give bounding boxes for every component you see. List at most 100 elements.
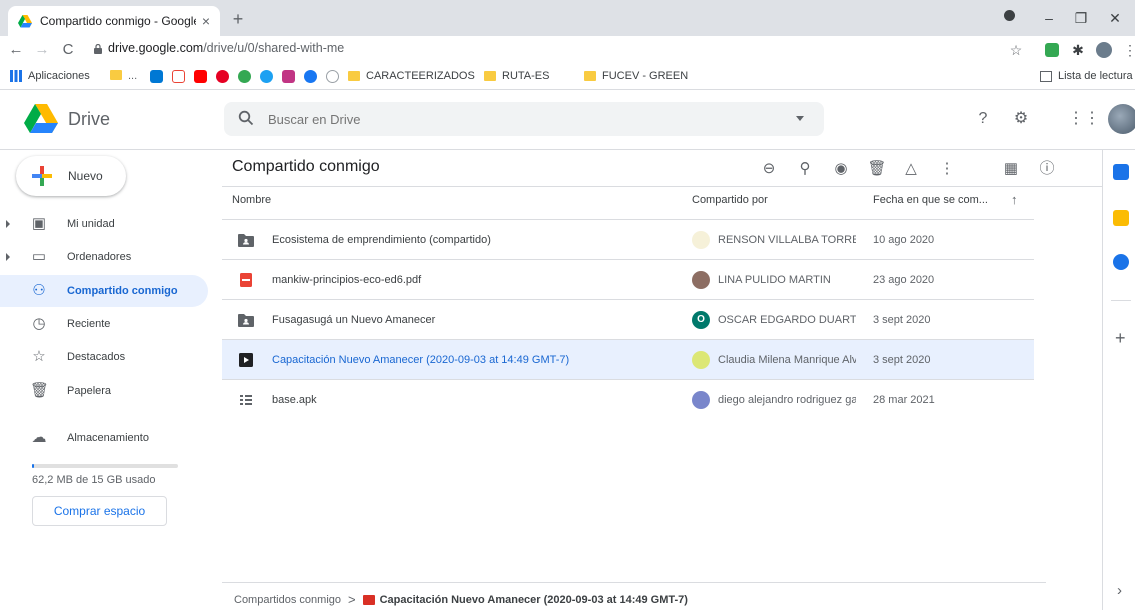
shared-folder-icon [238, 314, 254, 327]
cloud-icon: ☁ [31, 429, 47, 446]
add-person-icon[interactable]: ⚲ [794, 158, 816, 180]
extensions-puzzle-icon[interactable]: ✱ [1068, 40, 1088, 60]
bookmark-dots[interactable]: ... [128, 70, 137, 82]
table-row[interactable]: Ecosistema de emprendimiento (compartido… [222, 220, 1034, 260]
url-field[interactable]: drive.google.com/drive/u/0/shared-with-m… [108, 41, 344, 55]
browser-menu-icon[interactable]: ⋮ [1120, 40, 1135, 60]
calendar-icon[interactable] [1113, 164, 1129, 180]
shared-by: RENSON VILLALBA TORRES [718, 234, 856, 246]
folder-icon [110, 70, 122, 80]
settings-site-icon[interactable] [326, 70, 339, 83]
sidebar-item-label: Papelera [67, 385, 112, 397]
footer-divider [222, 582, 1046, 583]
search-input[interactable] [268, 110, 768, 128]
youtube-icon[interactable] [194, 70, 207, 83]
trash-icon[interactable]: 🗑 [866, 158, 888, 180]
info-icon[interactable]: ⓘ [1036, 158, 1058, 180]
bookmark-folder-1[interactable]: CARACTEERIZADOS [348, 70, 475, 82]
minimize-button[interactable]: – [1034, 6, 1064, 30]
new-button[interactable]: Nuevo [16, 156, 126, 196]
sidebar-item-papelera[interactable]: 🗑 Papelera [0, 375, 208, 407]
video-icon [239, 353, 253, 367]
close-window-button[interactable]: ✕ [1100, 6, 1130, 30]
record-icon[interactable] [1004, 10, 1015, 21]
profile-icon[interactable] [1094, 40, 1114, 60]
tab-close-icon[interactable]: × [202, 13, 210, 29]
instagram-icon[interactable] [282, 70, 295, 83]
bookmark-folder-2[interactable]: RUTA-ES [484, 70, 549, 82]
expand-arrow-icon[interactable] [6, 220, 10, 228]
gear-icon[interactable]: ⚙ [1010, 108, 1032, 130]
column-header-name[interactable]: Nombre [232, 194, 271, 206]
search-options-icon[interactable] [796, 116, 804, 121]
bookmark-folder-small[interactable] [110, 70, 128, 80]
url-host: drive.google.com [108, 41, 204, 55]
browser-tab[interactable]: Compartido conmigo - Google D × [8, 6, 220, 36]
reading-list[interactable]: Lista de lectura [1040, 70, 1133, 82]
bookmark-star-icon[interactable]: ☆ [1006, 40, 1026, 60]
shared-by: Claudia Milena Manrique Alv... [718, 354, 856, 366]
new-tab-button[interactable]: + [226, 8, 250, 32]
apps-grid-icon[interactable]: ⋮⋮ [1068, 108, 1100, 130]
sidebar-item-almacenamiento[interactable]: ☁ Almacenamiento [0, 422, 208, 454]
column-header-shared-by[interactable]: Compartido por [692, 194, 768, 206]
drive-brand[interactable]: Drive [68, 109, 110, 130]
search-box[interactable] [224, 102, 824, 136]
extension-icon[interactable] [1042, 40, 1062, 60]
table-row[interactable]: base.apk diego alejandro rodriguez gar..… [222, 380, 1034, 420]
sidebar-item-reciente[interactable]: ◷ Reciente [0, 308, 208, 340]
table-row[interactable]: Fusagasugá un Nuevo Amanecer O OSCAR EDG… [222, 300, 1034, 340]
link-icon[interactable]: ⊖ [758, 158, 780, 180]
buy-storage-button[interactable]: Comprar espacio [32, 496, 167, 526]
account-avatar[interactable] [1108, 104, 1135, 134]
preview-eye-icon[interactable]: ◉ [830, 158, 852, 180]
sidebar-item-ordenadores[interactable]: ▭ Ordenadores [0, 241, 208, 273]
maximize-button[interactable]: ❐ [1066, 6, 1096, 30]
help-icon[interactable]: ? [972, 108, 994, 130]
table-row[interactable]: mankiw-principios-eco-ed6.pdf LINA PULID… [222, 260, 1034, 300]
shared-date: 28 mar 2021 [873, 394, 935, 406]
breadcrumb-root[interactable]: Compartidos conmigo [234, 594, 341, 606]
twitter-icon[interactable] [260, 70, 273, 83]
column-header-date[interactable]: Fecha en que se com... [873, 194, 988, 206]
sort-arrow-icon[interactable]: ↑ [1011, 192, 1018, 207]
file-name: base.apk [272, 394, 317, 406]
keep-icon[interactable] [1113, 210, 1129, 226]
clock-icon: ◷ [32, 315, 46, 332]
gmail-icon[interactable] [172, 70, 185, 83]
sidebar-item-mi-unidad[interactable]: ▣ Mi unidad [0, 208, 208, 240]
sidebar-item-label: Compartido conmigo [67, 285, 178, 297]
bookmark-apps[interactable]: Aplicaciones [10, 70, 90, 82]
add-to-drive-icon[interactable]: △ [900, 158, 922, 180]
bookmark-folder-3[interactable]: FUCEV - GREEN [584, 70, 688, 82]
sidebar-item-destacados[interactable]: ☆ Destacados [0, 341, 208, 373]
sidebar-item-compartido-conmigo[interactable]: ⚇ Compartido conmigo [0, 275, 208, 307]
reload-icon[interactable]: C [58, 40, 78, 60]
main-content: Compartido conmigo ⊖ ⚲ ◉ 🗑 △ ⋮ ▦ ⓘ Nombr… [222, 150, 1102, 610]
chevron-right-icon[interactable]: › [1117, 582, 1122, 599]
sharer-avatar [692, 391, 710, 409]
toolbar-divider [222, 186, 1102, 187]
pinterest-icon[interactable] [216, 70, 229, 83]
bookmark-folder-1-label: CARACTEERIZADOS [366, 70, 475, 82]
new-button-label: Nuevo [68, 169, 103, 183]
back-icon[interactable]: ← [6, 40, 26, 60]
tasks-icon[interactable] [1113, 254, 1129, 270]
expand-arrow-icon[interactable] [6, 253, 10, 261]
side-panel-divider [1111, 300, 1131, 301]
facebook-icon[interactable] [304, 70, 317, 83]
forward-icon[interactable]: → [32, 40, 52, 60]
file-name: Capacitación Nuevo Amanecer (2020-09-03 … [272, 354, 570, 366]
green-site-icon[interactable] [238, 70, 251, 83]
more-options-icon[interactable]: ⋮ [936, 158, 958, 180]
search-icon[interactable] [238, 110, 254, 126]
computer-icon: ▭ [31, 248, 47, 265]
lock-icon[interactable] [94, 44, 102, 54]
outlook-icon[interactable] [150, 70, 163, 83]
drive-logo-icon[interactable] [24, 104, 58, 134]
table-row[interactable]: Capacitación Nuevo Amanecer (2020-09-03 … [222, 340, 1034, 380]
breadcrumb-current[interactable]: Capacitación Nuevo Amanecer (2020-09-03 … [380, 594, 688, 606]
add-addon-icon[interactable]: + [1115, 328, 1126, 349]
shared-date: 23 ago 2020 [873, 274, 935, 286]
grid-view-icon[interactable]: ▦ [1000, 158, 1022, 180]
